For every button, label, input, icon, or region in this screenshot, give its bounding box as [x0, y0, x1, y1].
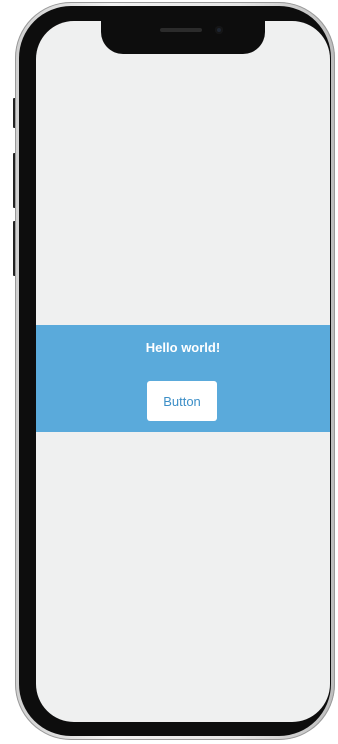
hero-banner: Hello world! Button — [36, 325, 330, 432]
speaker-grille — [160, 28, 202, 32]
phone-notch — [101, 16, 265, 54]
device-preview: Hello world! Button — [0, 0, 338, 744]
app-screen: Hello world! Button — [36, 21, 330, 722]
primary-button[interactable]: Button — [147, 381, 217, 421]
hello-heading: Hello world! — [145, 340, 221, 355]
front-camera-icon — [215, 26, 223, 34]
